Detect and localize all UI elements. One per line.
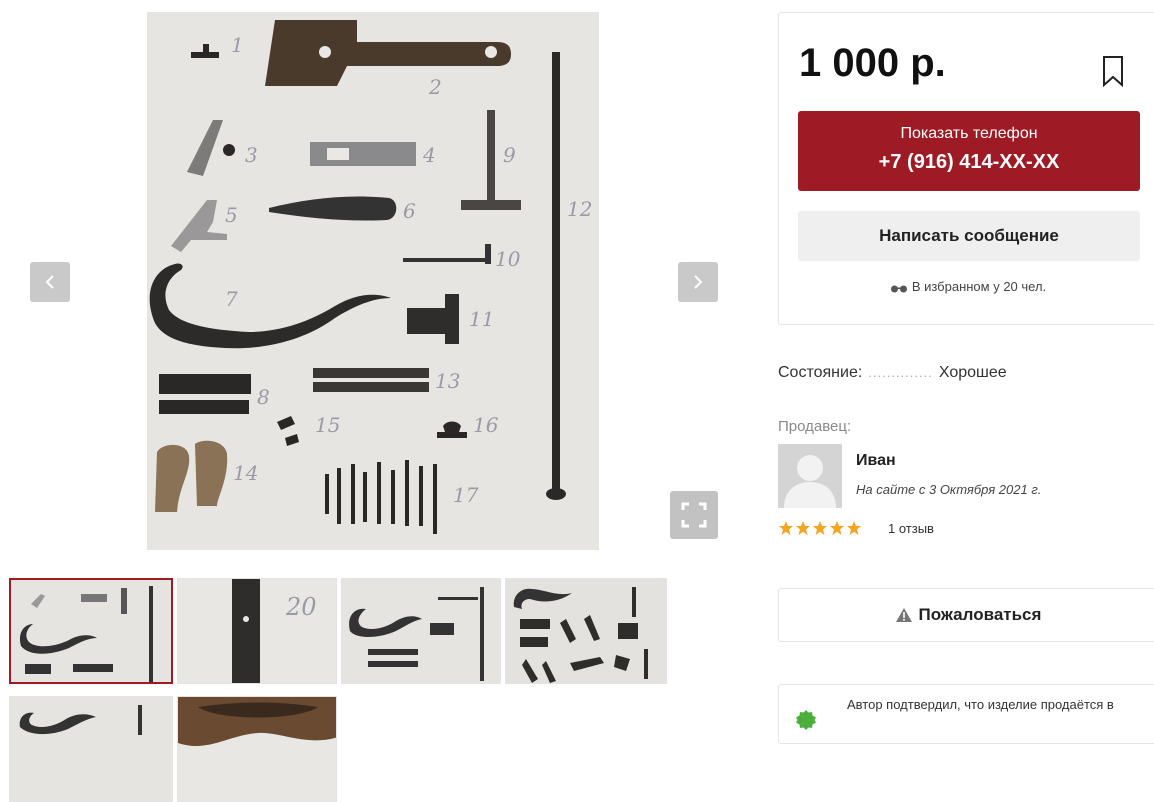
svg-text:3: 3 (245, 143, 258, 167)
fullscreen-button[interactable] (670, 491, 718, 539)
seller-since: На сайте с 3 Октября 2021 г. (856, 482, 1042, 497)
glasses-icon (890, 285, 907, 293)
fullscreen-icon (681, 502, 707, 528)
star-icon (847, 521, 861, 535)
show-phone-button[interactable]: Показать телефон +7 (916) 414-XX-XX (798, 111, 1140, 191)
seller-label: Продавец: (778, 418, 852, 435)
svg-text:17: 17 (453, 483, 479, 507)
rating-stars (778, 520, 862, 536)
svg-text:9: 9 (503, 143, 516, 167)
svg-text:8: 8 (257, 385, 270, 409)
thumbnail-image: 20 (178, 579, 336, 683)
thumbnail-image (342, 579, 500, 683)
phone-number: +7 (916) 414-XX-XX (878, 151, 1060, 173)
thumbnail-5[interactable] (9, 696, 173, 802)
svg-text:7: 7 (225, 287, 238, 311)
check-badge-icon (796, 710, 816, 730)
verification-text: Автор подтвердил, что изделие продаётся … (847, 697, 1114, 712)
svg-text:5: 5 (225, 203, 238, 227)
star-icon (796, 521, 810, 535)
svg-text:13: 13 (435, 369, 460, 393)
next-photo-button[interactable] (678, 262, 718, 302)
svg-text:6: 6 (403, 199, 416, 223)
chevron-left-icon (45, 275, 54, 289)
star-icon (830, 521, 844, 535)
parts-photo-illustration: 1 2 3 4 5 6 7 8 9 10 11 12 13 14 15 16 1… (147, 12, 599, 550)
verification-note: Автор подтвердил, что изделие продаётся … (778, 684, 1154, 744)
thumbnail-3[interactable] (341, 578, 501, 684)
thumbnail-image (11, 580, 171, 682)
svg-text:16: 16 (473, 413, 499, 437)
complain-label: Пожаловаться (918, 605, 1042, 624)
price: 1 000 р. (799, 41, 946, 85)
svg-text:12: 12 (567, 197, 592, 221)
svg-text:14: 14 (233, 461, 258, 485)
svg-text:1: 1 (231, 33, 244, 57)
thumbnail-1[interactable] (9, 578, 173, 684)
avatar[interactable] (778, 444, 842, 508)
favorites-text: В избранном у 20 чел. (911, 279, 1047, 294)
show-phone-label: Показать телефон (900, 125, 1038, 142)
listing-sidebar: 1 000 р. Показать телефон +7 (916) 414-X… (778, 0, 1154, 744)
svg-text:11: 11 (469, 307, 494, 331)
price-card: 1 000 р. Показать телефон +7 (916) 414-X… (778, 12, 1154, 325)
user-icon (778, 444, 842, 508)
reviews-link[interactable]: 1 отзыв (888, 521, 934, 536)
favorites-count: В избранном у 20 чел. (779, 279, 1154, 294)
complain-button[interactable]: Пожаловаться (778, 588, 1154, 642)
svg-text:15: 15 (315, 413, 340, 437)
photo-number: 20 (285, 593, 317, 621)
seller-name[interactable]: Иван (856, 452, 896, 470)
main-photo[interactable]: 1 2 3 4 5 6 7 8 9 10 11 12 13 14 15 16 1… (147, 12, 599, 550)
condition-label: Состояние: (778, 364, 863, 381)
condition-row: Состояние:.............. Хорошее (778, 364, 1007, 382)
chevron-right-icon (694, 275, 703, 289)
star-icon (813, 521, 827, 535)
photo-gallery: 1 2 3 4 5 6 7 8 9 10 11 12 13 14 15 16 1… (0, 0, 740, 802)
svg-text:10: 10 (495, 247, 521, 271)
thumbnail-image (178, 697, 336, 801)
condition-dots: .............. (868, 365, 933, 380)
warning-icon (895, 608, 912, 622)
thumbnail-4[interactable] (505, 578, 667, 684)
svg-text:4: 4 (422, 143, 436, 167)
write-message-button[interactable]: Написать сообщение (798, 211, 1140, 261)
thumbnail-2[interactable]: 20 (177, 578, 337, 684)
svg-text:2: 2 (428, 75, 442, 99)
thumbnail-6[interactable] (177, 696, 337, 802)
bookmark-icon[interactable] (1101, 55, 1125, 87)
prev-photo-button[interactable] (30, 262, 70, 302)
thumbnail-image (10, 697, 172, 801)
star-icon (779, 521, 793, 535)
condition-value: Хорошее (938, 364, 1007, 381)
thumbnail-image (506, 579, 666, 683)
